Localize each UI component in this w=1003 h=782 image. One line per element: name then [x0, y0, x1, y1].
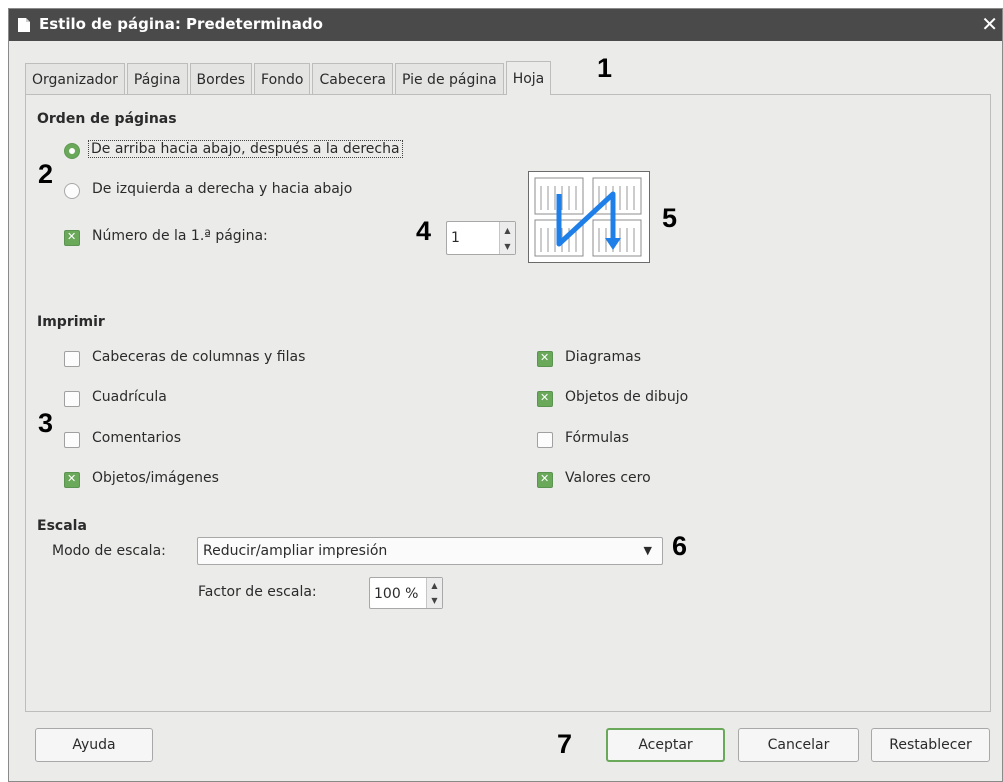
scale-heading: Escala	[37, 518, 87, 534]
print-heading: Imprimir	[37, 314, 105, 330]
page-order-preview-graphic	[534, 177, 642, 257]
tab-fondo[interactable]: Fondo	[254, 63, 311, 95]
checkbox-drawing-objects-label[interactable]: Objetos de dibujo	[565, 389, 688, 405]
page-style-dialog: Estilo de página: Predeterminado ✕ Organ…	[8, 8, 1003, 782]
cancel-button[interactable]: Cancelar	[738, 728, 859, 762]
first-page-number-spinbox[interactable]: 1 ▲ ▼	[446, 221, 516, 255]
annotation-2: 2	[38, 159, 54, 189]
scale-factor-spinbox[interactable]: 100 % ▲ ▼	[369, 577, 443, 609]
ok-button[interactable]: Aceptar	[606, 728, 725, 762]
first-page-number-value: 1	[451, 230, 460, 246]
checkbox-zero-values[interactable]	[537, 472, 553, 488]
chevron-down-icon: ▼	[643, 544, 652, 557]
tab-hoja[interactable]: Hoja	[505, 61, 552, 95]
scale-factor-value: 100 %	[374, 586, 419, 602]
checkbox-objects-images[interactable]	[64, 472, 80, 488]
checkbox-grid-label[interactable]: Cuadrícula	[92, 389, 167, 405]
tab-cabecera[interactable]: Cabecera	[312, 63, 393, 95]
reset-button[interactable]: Restablecer	[871, 728, 990, 762]
document-icon	[18, 18, 30, 32]
page-order-heading: Orden de páginas	[37, 111, 177, 127]
checkbox-charts-label[interactable]: Diagramas	[565, 349, 641, 365]
title-bar: Estilo de página: Predeterminado ✕	[9, 9, 1002, 41]
scale-mode-value: Reducir/ampliar impresión	[203, 543, 388, 559]
checkbox-column-row-headers[interactable]	[64, 351, 80, 367]
annotation-4: 4	[416, 216, 432, 246]
radio-left-right[interactable]	[64, 183, 80, 199]
first-page-number-checkbox[interactable]	[64, 230, 80, 246]
annotation-1: 1	[597, 53, 613, 83]
radio-top-down[interactable]	[64, 143, 80, 159]
close-icon[interactable]: ✕	[981, 13, 998, 35]
tab-bordes[interactable]: Bordes	[189, 63, 253, 95]
annotation-5: 5	[662, 203, 678, 233]
annotation-3: 3	[38, 408, 54, 438]
page-order-preview	[528, 171, 650, 263]
first-page-number-label[interactable]: Número de la 1.ª página:	[92, 228, 268, 244]
checkbox-grid[interactable]	[64, 391, 80, 407]
checkbox-zero-values-label[interactable]: Valores cero	[565, 470, 651, 486]
checkbox-objects-images-label[interactable]: Objetos/imágenes	[92, 470, 219, 486]
spin-arrows-icon[interactable]: ▲ ▼	[499, 222, 515, 254]
radio-top-down-label[interactable]: De arriba hacia abajo, después a la dere…	[88, 140, 403, 158]
checkbox-charts[interactable]	[537, 351, 553, 367]
annotation-7: 7	[557, 729, 573, 759]
scale-factor-label: Factor de escala:	[198, 584, 317, 600]
checkbox-comments[interactable]	[64, 432, 80, 448]
scale-mode-label: Modo de escala:	[52, 543, 166, 559]
tab-bar: Organizador Página Bordes Fondo Cabecera…	[25, 61, 553, 95]
checkbox-formulas[interactable]	[537, 432, 553, 448]
checkbox-drawing-objects[interactable]	[537, 391, 553, 407]
scale-mode-dropdown[interactable]: Reducir/ampliar impresión ▼	[197, 537, 663, 565]
tab-pagina[interactable]: Página	[126, 63, 188, 95]
sheet-tab-panel: Orden de páginas 2 De arriba hacia abajo…	[25, 94, 991, 712]
checkbox-comments-label[interactable]: Comentarios	[92, 430, 181, 446]
window-title: Estilo de página: Predeterminado	[39, 15, 323, 33]
radio-left-right-label[interactable]: De izquierda a derecha y hacia abajo	[92, 181, 352, 197]
tab-pie-de-pagina[interactable]: Pie de página	[394, 63, 504, 95]
spin-arrows-icon[interactable]: ▲ ▼	[426, 578, 442, 608]
checkbox-column-row-headers-label[interactable]: Cabeceras de columnas y filas	[92, 349, 305, 365]
tab-organizador[interactable]: Organizador	[25, 63, 125, 95]
annotation-6: 6	[672, 531, 688, 561]
checkbox-formulas-label[interactable]: Fórmulas	[565, 430, 629, 446]
help-button[interactable]: Ayuda	[35, 728, 153, 762]
